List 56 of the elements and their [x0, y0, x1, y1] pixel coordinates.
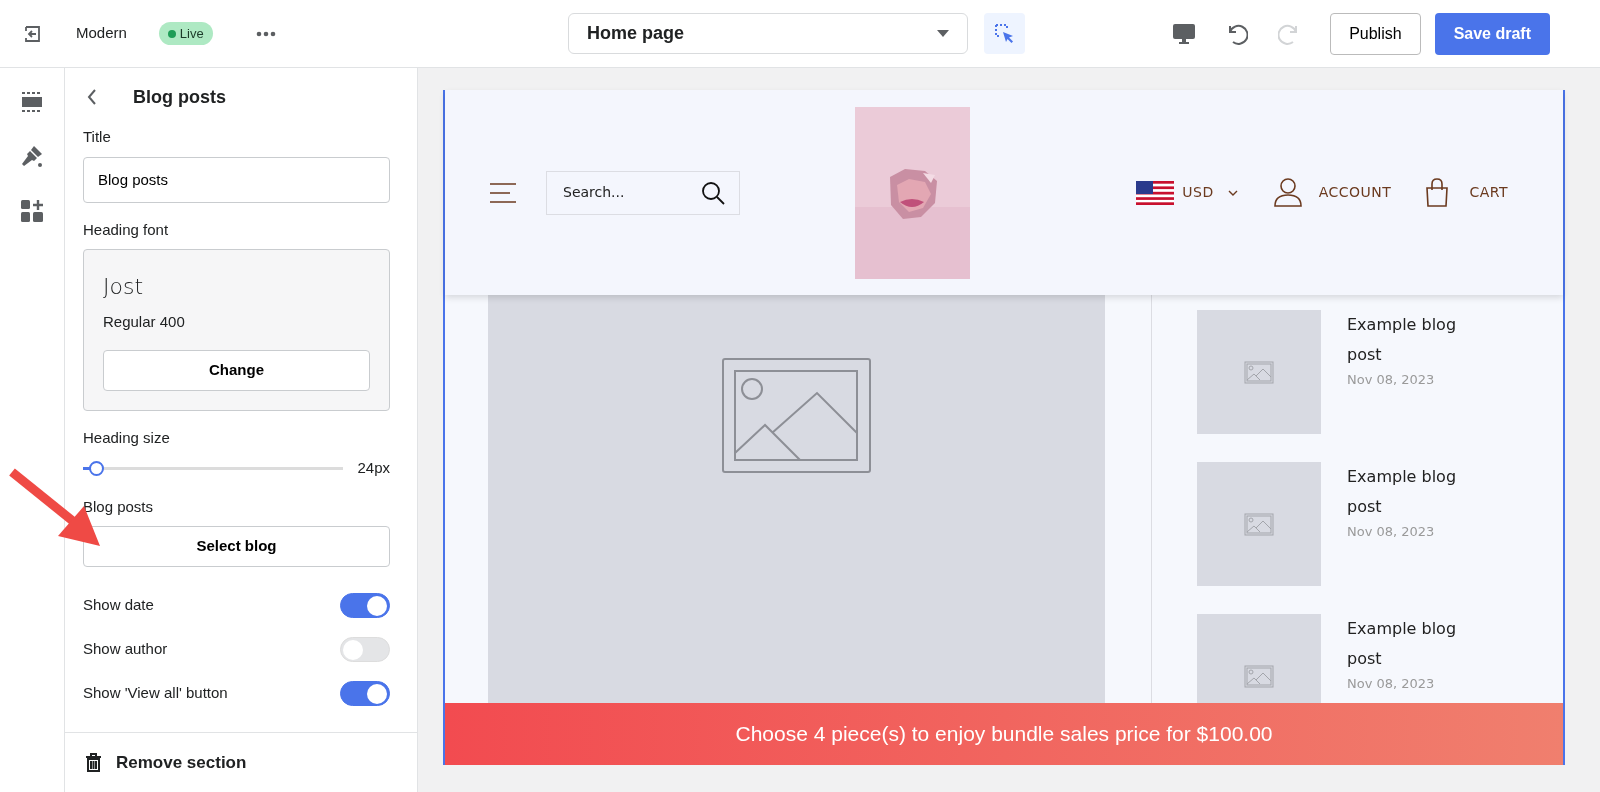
- toggle-label: Show date: [83, 594, 154, 615]
- exit-icon[interactable]: [22, 23, 42, 44]
- panel-title: Blog posts: [133, 85, 226, 109]
- font-name: Jost: [103, 273, 145, 301]
- back-icon[interactable]: [87, 89, 97, 105]
- search-icon[interactable]: [701, 180, 725, 205]
- title-field[interactable]: Blog posts: [83, 156, 390, 203]
- select-blog-button[interactable]: Select blog: [83, 526, 390, 567]
- toggle-label: Show author: [83, 638, 168, 659]
- post-date: Nov 08, 2023: [1347, 675, 1436, 693]
- publish-button[interactable]: Publish: [1330, 12, 1421, 55]
- promo-banner: Choose 4 piece(s) to enjoy bundle sales price for $100.00: [445, 703, 1563, 765]
- cart-link[interactable]: CART: [1469, 182, 1508, 203]
- theme-name: Modern: [76, 23, 127, 44]
- post-title[interactable]: Example blog post: [1347, 462, 1475, 522]
- field-label: Blog posts: [83, 496, 155, 517]
- user-icon[interactable]: [1273, 178, 1302, 207]
- slider-thumb[interactable]: [89, 460, 104, 476]
- add-block-icon[interactable]: [21, 200, 43, 222]
- menu-icon[interactable]: [490, 182, 516, 203]
- sections-icon[interactable]: [21, 92, 43, 112]
- change-font-button[interactable]: Change: [103, 349, 370, 391]
- toggle-switch[interactable]: [340, 680, 390, 706]
- image-placeholder-icon: [1244, 664, 1274, 688]
- image-placeholder-icon: [722, 358, 871, 473]
- shopping-bag-icon[interactable]: [1425, 178, 1450, 207]
- field-label: Heading size: [83, 427, 171, 448]
- font-weight-label: Regular 400: [103, 312, 186, 332]
- image-placeholder-icon: [1244, 512, 1274, 536]
- chevron-down-icon[interactable]: [1227, 189, 1238, 196]
- desktop-icon[interactable]: [1172, 22, 1197, 45]
- account-link[interactable]: ACCOUNT: [1318, 182, 1392, 203]
- cursor-select-icon[interactable]: [993, 22, 1016, 45]
- field-label: Heading font: [83, 219, 170, 240]
- currency-select[interactable]: USD: [1182, 182, 1214, 203]
- search-placeholder: Search...: [563, 183, 625, 202]
- caret-icon[interactable]: [937, 30, 949, 37]
- image-placeholder-icon: [1244, 360, 1274, 384]
- more-icon[interactable]: [255, 30, 276, 37]
- save-draft-button[interactable]: Save draft: [1434, 12, 1550, 55]
- toggle-switch[interactable]: [340, 592, 390, 618]
- remove-section-button[interactable]: Remove section: [116, 749, 247, 776]
- status-badge: Live: [158, 21, 213, 46]
- field-label: Title: [83, 127, 112, 147]
- slider-value: 24px: [357, 458, 390, 478]
- toggle-label: Show 'View all' button: [83, 682, 228, 703]
- trash-icon[interactable]: [85, 753, 102, 772]
- select-tool-button[interactable]: [984, 13, 1025, 54]
- search-field[interactable]: Search...: [546, 170, 740, 215]
- post-date: Nov 08, 2023: [1347, 371, 1436, 389]
- flag-icon[interactable]: [1136, 180, 1175, 205]
- post-date: Nov 08, 2023: [1347, 523, 1436, 541]
- page-select[interactable]: Home page: [568, 13, 968, 54]
- post-title[interactable]: Example blog post: [1347, 614, 1475, 674]
- post-title[interactable]: Example blog post: [1347, 310, 1475, 370]
- paintbrush-icon[interactable]: [20, 144, 44, 168]
